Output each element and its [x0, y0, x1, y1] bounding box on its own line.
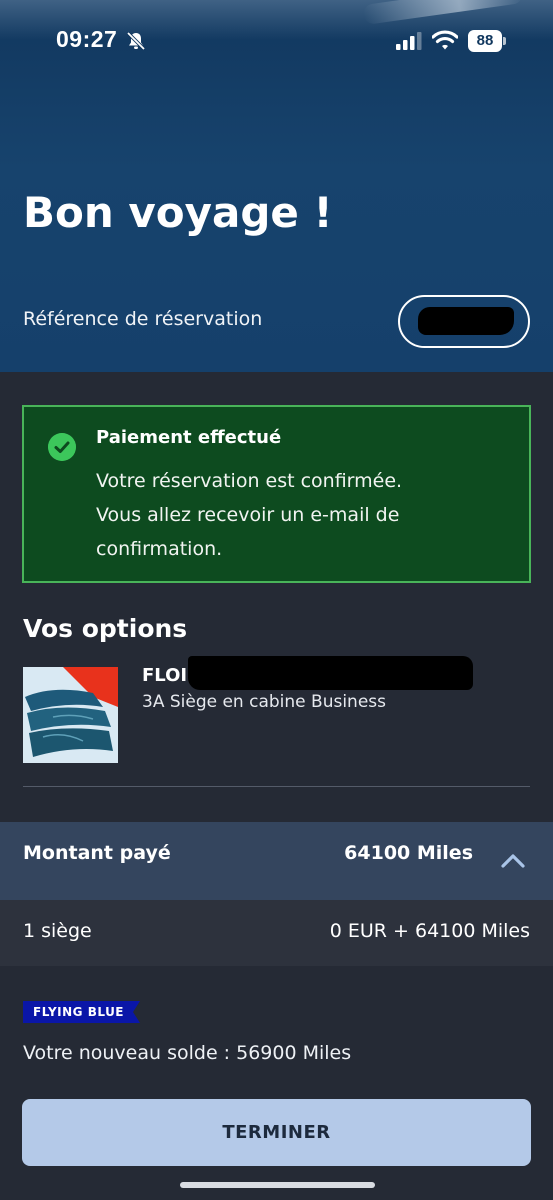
alert-text-line: Vous allez recevoir un e-mail de	[96, 504, 400, 526]
alert-text-line: Votre réservation est confirmée.	[96, 470, 403, 492]
status-time: 09:27	[56, 26, 118, 52]
amount-paid-value: 64100 Miles	[344, 842, 473, 864]
option-passenger-name: FLOI	[142, 665, 188, 686]
alert-title: Paiement effectué	[96, 427, 282, 448]
finish-button[interactable]: TERMINER	[22, 1099, 531, 1166]
cushion-thumbnail-image	[23, 667, 118, 763]
battery-icon: 88	[468, 30, 502, 52]
amount-paid-toggle[interactable]: Montant payé 64100 Miles	[0, 822, 553, 900]
hero-banner: 09:27 88 Bon voyage ! Référence de réser…	[0, 0, 553, 372]
bell-slash-icon	[126, 31, 146, 51]
seat-count-label: 1 siège	[23, 920, 92, 942]
home-indicator[interactable]	[180, 1182, 375, 1188]
flying-blue-badge: FLYING BLUE	[23, 1001, 141, 1023]
options-section-title: Vos options	[23, 614, 188, 643]
amount-paid-label: Montant payé	[23, 842, 171, 864]
booking-reference-pill[interactable]	[398, 295, 530, 348]
redacted-booking-reference	[418, 307, 514, 335]
payment-detail-row: 1 siège 0 EUR + 64100 Miles	[0, 900, 553, 966]
redacted-passenger-name	[188, 656, 473, 690]
page-title: Bon voyage !	[23, 188, 333, 237]
cellular-signal-icon	[396, 32, 422, 50]
option-description: 3A Siège en cabine Business	[142, 692, 386, 712]
section-divider	[23, 786, 530, 787]
payment-success-alert: Paiement effectué Votre réservation est …	[22, 405, 531, 583]
booking-reference-label: Référence de réservation	[23, 308, 263, 330]
check-circle-icon	[48, 433, 76, 461]
new-balance-text: Votre nouveau solde : 56900 Miles	[23, 1042, 352, 1064]
wifi-icon	[432, 30, 458, 50]
chevron-up-icon[interactable]	[500, 848, 526, 874]
status-bar: 09:27 88	[0, 0, 553, 86]
alert-text-line: confirmation.	[96, 538, 223, 560]
seat-price-value: 0 EUR + 64100 Miles	[329, 920, 530, 942]
battery-tip	[503, 37, 506, 45]
pillow-image	[23, 667, 118, 763]
